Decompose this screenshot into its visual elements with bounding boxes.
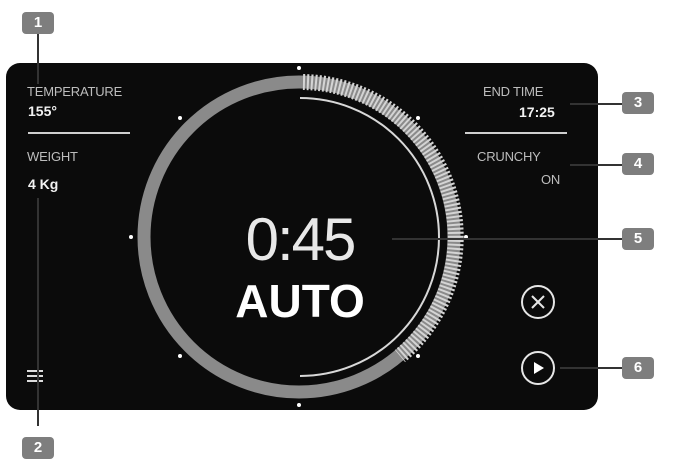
right-divider — [465, 132, 567, 134]
callout-badge-2: 2 — [22, 437, 54, 459]
callout-badge-5: 5 — [622, 228, 654, 250]
cooking-mode[interactable]: AUTO — [200, 274, 400, 328]
callout-line-2 — [37, 198, 39, 426]
callout-badge-3: 3 — [622, 92, 654, 114]
temperature-value[interactable]: 155° — [28, 103, 57, 119]
callout-line-5 — [392, 238, 622, 240]
end-time-value[interactable]: 17:25 — [519, 104, 555, 120]
end-time-label: END TIME — [483, 84, 544, 99]
dial-marker — [178, 354, 182, 358]
callout-line-3 — [570, 103, 622, 105]
dial-marker — [129, 235, 133, 239]
callout-line-1 — [37, 32, 39, 84]
callout-badge-6: 6 — [622, 357, 654, 379]
left-divider — [28, 132, 130, 134]
dial-marker — [178, 116, 182, 120]
close-icon — [531, 295, 545, 309]
timer-value[interactable]: 0:45 — [200, 205, 400, 274]
crunchy-value[interactable]: ON — [541, 172, 560, 187]
weight-label: WEIGHT — [27, 149, 78, 164]
callout-badge-4: 4 — [622, 153, 654, 175]
dial-marker — [297, 403, 301, 407]
weight-value[interactable]: 4 Kg — [28, 176, 58, 192]
menu-icon[interactable] — [27, 369, 43, 383]
dial-marker — [416, 116, 420, 120]
cancel-button[interactable] — [521, 285, 555, 319]
start-button[interactable] — [521, 351, 555, 385]
temperature-label: TEMPERATURE — [27, 84, 123, 99]
callout-badge-1: 1 — [22, 12, 54, 34]
crunchy-label: CRUNCHY — [477, 149, 541, 164]
callout-line-6 — [560, 367, 622, 369]
dial-marker — [297, 66, 301, 70]
callout-line-4 — [570, 164, 622, 166]
dial-marker — [416, 354, 420, 358]
play-icon — [534, 362, 544, 374]
